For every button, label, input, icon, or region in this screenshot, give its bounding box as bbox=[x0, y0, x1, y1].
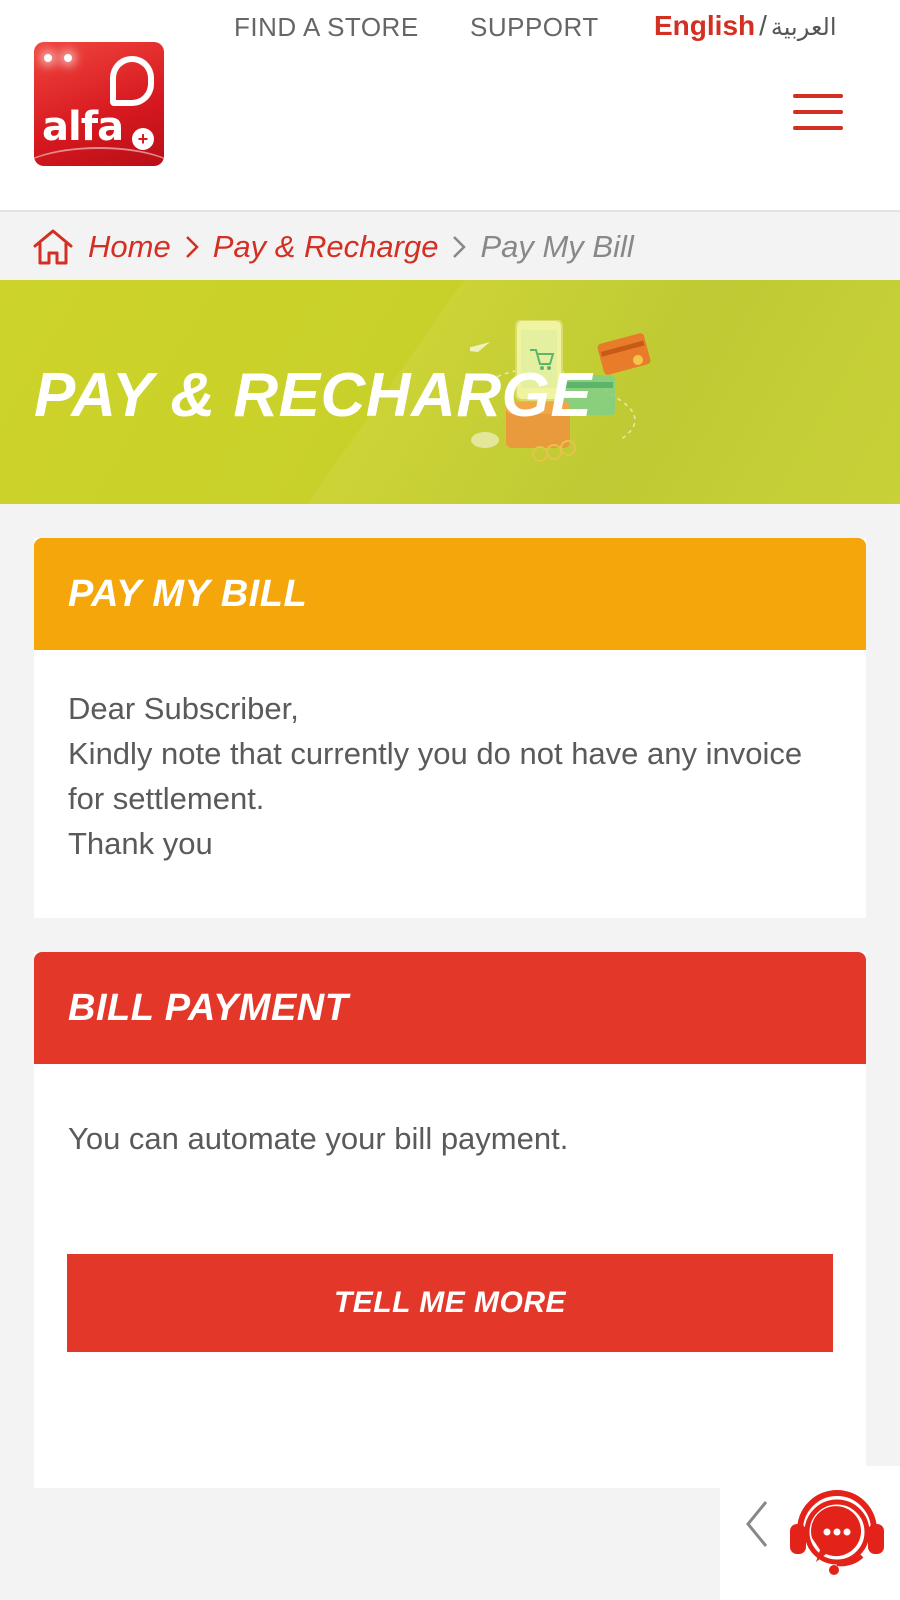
bill-payment-header: BILL PAYMENT bbox=[34, 952, 866, 1064]
bill-payment-text: You can automate your bill payment. bbox=[68, 1121, 569, 1156]
pay-my-bill-title: PAY MY BILL bbox=[68, 572, 308, 615]
breadcrumb-current-page: Pay My Bill bbox=[480, 229, 634, 264]
logo-plus-mark: + bbox=[132, 128, 154, 150]
logo-a-mark bbox=[110, 56, 154, 106]
logo-light-decoration bbox=[44, 54, 52, 62]
home-icon[interactable] bbox=[32, 227, 74, 267]
message-greeting: Dear Subscriber, bbox=[68, 691, 299, 726]
chevron-right-icon bbox=[453, 236, 467, 258]
find-a-store-link[interactable]: FIND A STORE bbox=[234, 12, 419, 43]
language-separator: / bbox=[759, 10, 767, 41]
message-body: Kindly note that currently you do not ha… bbox=[68, 736, 803, 816]
banner-title: PAY & RECHARGE bbox=[34, 361, 593, 430]
bill-payment-card: BILL PAYMENT You can automate your bill … bbox=[34, 952, 866, 1488]
chat-widget bbox=[720, 1466, 900, 1600]
chevron-left-icon[interactable] bbox=[742, 1496, 772, 1552]
breadcrumb-home[interactable]: Home bbox=[88, 229, 171, 265]
pay-my-bill-message: Dear Subscriber, Kindly note that curren… bbox=[34, 650, 866, 866]
headset-chat-icon[interactable] bbox=[782, 1472, 892, 1582]
site-header: alfa + FIND A STORE SUPPORT English / العر… bbox=[0, 0, 900, 212]
tell-me-more-button[interactable]: TELL ME MORE bbox=[67, 1254, 833, 1352]
support-link[interactable]: SUPPORT bbox=[470, 12, 599, 43]
breadcrumb: Home Pay & Recharge Pay My Bill bbox=[0, 214, 900, 280]
chevron-right-icon bbox=[185, 236, 199, 258]
bill-payment-body: You can automate your bill payment. bbox=[34, 1064, 866, 1161]
logo-light-decoration bbox=[64, 54, 72, 62]
language-arabic-link[interactable]: العربية bbox=[771, 13, 837, 41]
logo-text: alfa bbox=[42, 104, 124, 150]
breadcrumb-pay-recharge[interactable]: Pay & Recharge bbox=[213, 229, 439, 265]
language-english-link[interactable]: English bbox=[654, 10, 755, 41]
pay-my-bill-card: PAY MY BILL Dear Subscriber, Kindly note… bbox=[34, 538, 866, 918]
alfa-logo[interactable]: alfa + bbox=[34, 42, 164, 166]
language-switcher: English / العربية bbox=[654, 10, 837, 42]
pay-my-bill-header: PAY MY BILL bbox=[34, 538, 866, 650]
bill-payment-title: BILL PAYMENT bbox=[68, 986, 349, 1029]
hamburger-menu-icon[interactable] bbox=[793, 94, 843, 132]
message-closing: Thank you bbox=[68, 826, 213, 861]
page-banner: PAY & RECHARGE bbox=[0, 280, 900, 504]
